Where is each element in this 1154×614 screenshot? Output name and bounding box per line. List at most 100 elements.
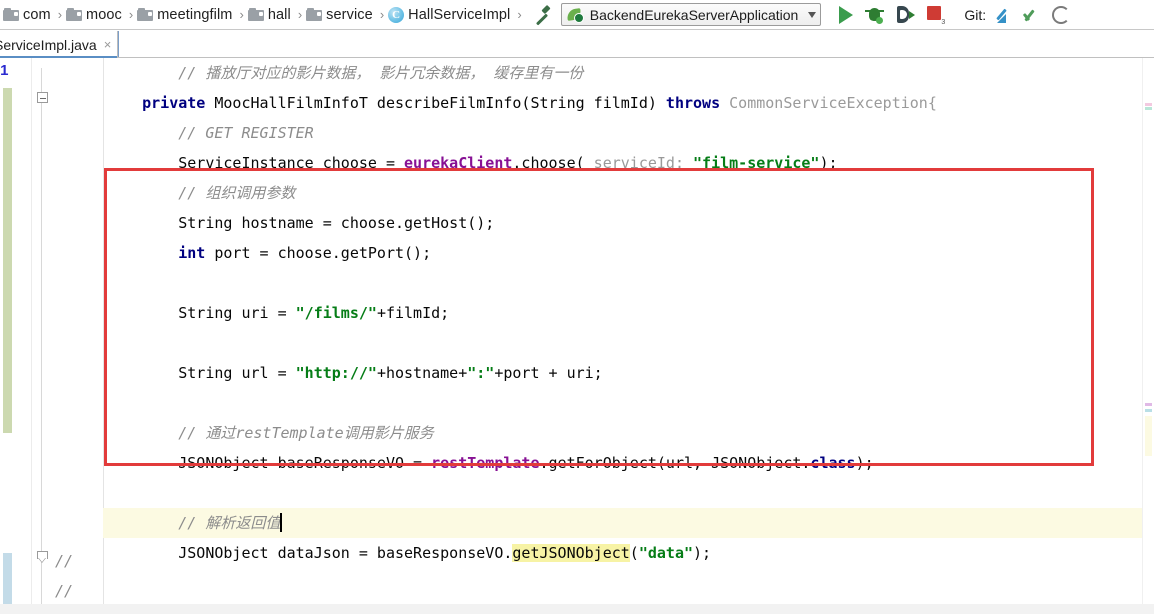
code-token: ":" xyxy=(467,364,495,382)
line-comment-get-register[interactable]: // GET REGISTER xyxy=(103,118,1154,148)
stripe-marker[interactable] xyxy=(1145,416,1152,456)
breadcrumb-label: HallServiceImpl xyxy=(408,6,511,23)
git-label: Git: xyxy=(964,6,987,23)
run-toolbar xyxy=(839,5,945,26)
fold-collapse-icon[interactable] xyxy=(37,92,48,103)
code-token: // 通过restTemplate调用影片服务 xyxy=(178,424,434,442)
breadcrumb-separator-icon: › xyxy=(517,7,522,22)
line-blank-5[interactable] xyxy=(103,568,1154,598)
line-comment-params[interactable]: // 组织调用参数 xyxy=(103,178,1154,208)
code-token: JSONObject baseResponseVO = xyxy=(106,454,432,472)
text-caret xyxy=(280,513,282,532)
folder-icon xyxy=(3,8,19,21)
gutter-comment-marker: // xyxy=(55,582,74,600)
stripe-marker[interactable] xyxy=(1145,107,1152,110)
code-token: MoocHallFilmInfoT describeFilmInfo(Strin… xyxy=(205,94,666,112)
code-token: String hostname = choose.getHost(); xyxy=(106,214,495,232)
code-token: serviceId: xyxy=(593,154,684,172)
breadcrumb-label: mooc xyxy=(86,6,122,23)
code-token: restTemplate xyxy=(431,454,540,472)
code-token: +hostname+ xyxy=(376,364,468,382)
code-token: +filmId; xyxy=(376,304,450,322)
stripe-marker[interactable] xyxy=(1145,103,1152,106)
line-port[interactable]: int port = choose.getPort(); xyxy=(103,238,1154,268)
error-stripe-scrollbar[interactable] xyxy=(1142,58,1154,614)
breadcrumb-item-service[interactable]: service xyxy=(305,2,377,28)
stripe-marker[interactable] xyxy=(1145,409,1152,412)
spring-leaf-icon xyxy=(567,7,584,23)
fold-region-line xyxy=(41,68,42,604)
code-token: class xyxy=(810,454,856,472)
gutter-change-markers[interactable] xyxy=(0,58,31,614)
vcs-change-marker-added[interactable] xyxy=(3,88,12,433)
code-editor[interactable]: i1 // // // // 播放厅对应的影片数据， 影片冗余数据， 缓存里有一… xyxy=(0,58,1154,614)
run-icon[interactable] xyxy=(839,5,854,24)
line-comment-parse-return[interactable]: // 解析返回值 xyxy=(103,508,1154,538)
close-icon[interactable]: × xyxy=(104,38,112,51)
line-blank-3[interactable] xyxy=(103,388,1154,418)
line-comment-hall-film[interactable]: // 播放厅对应的影片数据， 影片冗余数据， 缓存里有一份 xyxy=(103,58,1154,88)
code-content[interactable]: // 播放厅对应的影片数据， 影片冗余数据， 缓存里有一份 private Mo… xyxy=(103,58,1154,614)
stop-icon[interactable] xyxy=(927,6,945,26)
breadcrumb-item-com[interactable]: com xyxy=(2,2,55,28)
git-history-icon[interactable] xyxy=(1052,5,1071,24)
gutter-comment-marker: // xyxy=(55,552,74,570)
line-comment-resttemplate[interactable]: // 通过restTemplate调用影片服务 xyxy=(103,418,1154,448)
line-blank-2[interactable] xyxy=(103,328,1154,358)
editor-tab-bar: ServiceImpl.java × xyxy=(0,31,1154,58)
breadcrumb-item-hallserviceimpl[interactable]: C HallServiceImpl xyxy=(387,2,514,28)
line-uri[interactable]: String uri = "/films/"+filmId; xyxy=(103,298,1154,328)
code-token: ); xyxy=(819,154,838,172)
code-folding-strip[interactable] xyxy=(31,58,51,614)
breadcrumb-item-hall[interactable]: hall xyxy=(247,2,295,28)
git-commit-icon[interactable] xyxy=(1024,6,1042,24)
editor-tab-serviceimpl-java[interactable]: ServiceImpl.java × xyxy=(0,31,119,58)
code-token: "data" xyxy=(638,544,694,562)
code-token: ( xyxy=(629,544,639,562)
run-configuration-selector[interactable]: BackendEurekaServerApplication xyxy=(560,3,822,26)
code-token: ); xyxy=(693,544,712,562)
folder-icon xyxy=(137,8,154,21)
editor-bottom-strip xyxy=(0,604,1154,614)
debug-icon[interactable] xyxy=(865,5,885,24)
code-token: "/films/" xyxy=(295,304,377,322)
git-update-icon[interactable] xyxy=(996,6,1014,24)
run-configuration-name: BackendEurekaServerApplication xyxy=(589,6,799,23)
run-with-coverage-icon[interactable] xyxy=(896,5,916,24)
line-url[interactable]: String url = "http://"+hostname+":"+port… xyxy=(103,358,1154,388)
code-token: int xyxy=(178,244,206,262)
code-token: throws xyxy=(665,94,721,112)
stripe-marker[interactable] xyxy=(1145,403,1152,406)
line-blank-4[interactable] xyxy=(103,478,1154,508)
breadcrumb-item-mooc[interactable]: mooc xyxy=(65,2,126,28)
line-hostname[interactable]: String hostname = choose.getHost(); xyxy=(103,208,1154,238)
code-token: // 解析返回值 xyxy=(178,514,281,532)
breadcrumb-separator-icon: › xyxy=(128,7,134,22)
hammer-icon[interactable] xyxy=(531,4,553,26)
breadcrumb-item-meetingfilm[interactable]: meetingfilm xyxy=(136,2,236,28)
fold-expand-icon[interactable] xyxy=(36,550,48,562)
line-get-for-object[interactable]: JSONObject baseResponseVO = restTemplate… xyxy=(103,448,1154,478)
line-method-signature[interactable]: private MoocHallFilmInfoT describeFilmIn… xyxy=(103,88,1154,118)
folder-icon xyxy=(247,8,264,21)
code-token: .choose( xyxy=(512,154,594,172)
line-data-json[interactable]: JSONObject dataJson = baseResponseVO.get… xyxy=(103,538,1154,568)
editor-gutter[interactable]: i1 // // // xyxy=(0,58,103,614)
chevron-down-icon[interactable] xyxy=(808,11,817,18)
breadcrumb-separator-icon: › xyxy=(57,7,63,22)
folder-icon xyxy=(306,8,323,21)
code-token: eurekaClient xyxy=(404,154,513,172)
breadcrumb-separator-icon: › xyxy=(297,7,303,22)
line-blank-1[interactable] xyxy=(103,268,1154,298)
code-token: ); xyxy=(855,454,874,472)
line-service-instance[interactable]: ServiceInstance choose = eurekaClient.ch… xyxy=(103,148,1154,178)
code-token: port = choose.getPort(); xyxy=(205,244,432,262)
code-token: // GET REGISTER xyxy=(178,124,314,142)
